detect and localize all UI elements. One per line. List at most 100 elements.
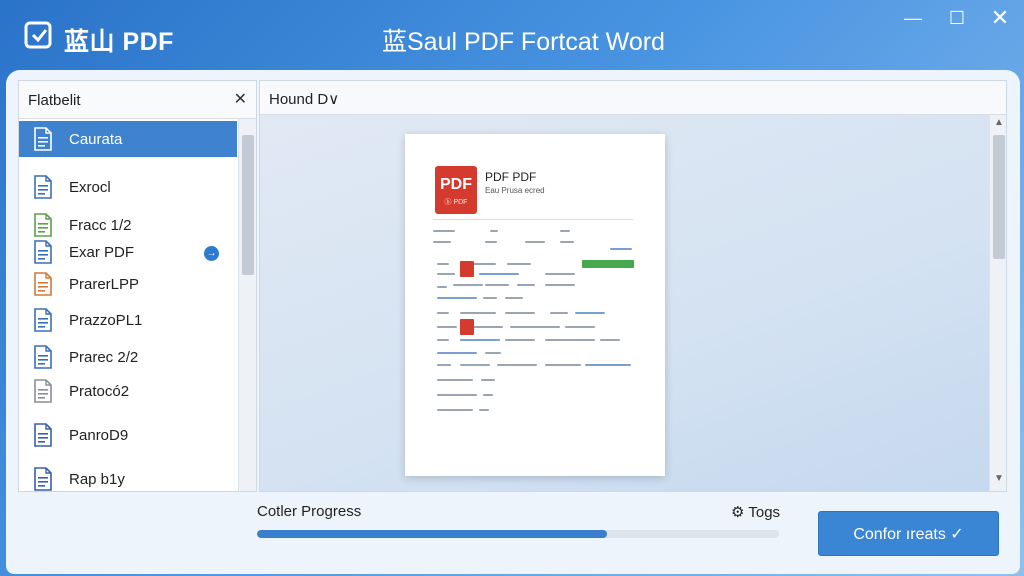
document-text-line [437, 297, 477, 299]
sidebar-item-label: Rap b1y [69, 471, 125, 488]
sidebar-item-label: Pratocó2 [69, 383, 130, 400]
close-window-button[interactable]: ✕ [988, 6, 1012, 30]
sidebar-close-icon[interactable]: ✕ [234, 89, 247, 109]
sidebar-item-label: Exrocl [69, 179, 111, 196]
document-text-line [437, 286, 447, 288]
title-bar: 蓝山 PDF 蓝Saul PDF Fortcat Word — ☐ ✕ [0, 0, 1024, 72]
document-text-line [565, 326, 595, 328]
sidebar-item-label: Prarec 2/2 [69, 349, 139, 366]
document-text-line [610, 248, 632, 250]
preview-pane: Hound D∨ ▲ ▼ PDF ⓑ PDF PDF PDF Eau Prusa… [259, 80, 1007, 492]
preview-scrollbar[interactable]: ▲ ▼ [989, 115, 1006, 491]
document-text-line [525, 241, 545, 243]
document-text-line [505, 339, 535, 341]
document-text-line [600, 339, 620, 341]
document-text-line [433, 230, 455, 232]
sidebar-title: Flatbelit [28, 92, 81, 109]
scroll-down-icon[interactable]: ▼ [994, 473, 1004, 484]
document-icon [34, 308, 52, 332]
sidebar-item[interactable]: Exrocl [19, 169, 237, 205]
document-text-line [575, 312, 605, 314]
sidebar-item[interactable]: Pratocó2 [19, 373, 237, 409]
sidebar-item[interactable]: Exar PDF → [19, 234, 237, 270]
document-icon [34, 345, 52, 369]
gear-icon: ⚙ [731, 504, 745, 521]
document-text-line [585, 364, 631, 366]
document-icon [34, 467, 52, 491]
document-text-line [479, 273, 519, 275]
document-text-line [483, 297, 497, 299]
document-text-line [437, 409, 473, 411]
window-title: 蓝Saul PDF Fortcat Word [382, 28, 665, 56]
preview-scroll-thumb[interactable] [993, 135, 1005, 259]
sidebar-item-label: Exar PDF [69, 244, 135, 261]
document-text-line [437, 263, 449, 265]
document-text-line [460, 364, 490, 366]
document-text-line [545, 364, 581, 366]
document-icon [34, 175, 52, 199]
document-page: PDF ⓑ PDF PDF PDF Eau Prusa ecred [405, 134, 665, 476]
document-text-line [437, 379, 473, 381]
document-divider [433, 219, 633, 220]
document-text-line [560, 241, 574, 243]
document-text-line [437, 273, 455, 275]
document-text-line [483, 394, 493, 396]
document-title: PDF PDF [485, 170, 537, 184]
document-text-line [437, 312, 449, 314]
toggles-link[interactable]: ⚙ Togs [731, 503, 780, 521]
sidebar-item[interactable]: PrarerLPP [19, 266, 237, 302]
document-icon [34, 423, 52, 447]
sidebar-item-label: Fracc 1/2 [69, 217, 132, 234]
document-text-line [479, 409, 489, 411]
document-text-line [497, 364, 537, 366]
document-text-line [485, 241, 497, 243]
document-text-line [437, 364, 451, 366]
minimize-button[interactable]: — [901, 6, 925, 30]
document-text-line [485, 352, 501, 354]
document-text-line [505, 312, 535, 314]
sidebar-item[interactable]: Prarec 2/2 [19, 339, 237, 375]
document-text-line [485, 284, 509, 286]
scroll-up-icon[interactable]: ▲ [994, 117, 1004, 128]
document-text-line [517, 284, 535, 286]
sidebar-item-label: PrazzoPL1 [69, 312, 143, 329]
document-text-line [505, 297, 523, 299]
sidebar-item[interactable]: Caurata [19, 121, 237, 157]
document-subtitle: Eau Prusa ecred [485, 186, 545, 195]
sidebar-item-label: PanroD9 [69, 427, 129, 444]
document-icon [34, 379, 52, 403]
pdf-logo-icon: PDF ⓑ PDF [435, 166, 477, 214]
sidebar-scrollbar[interactable] [238, 119, 256, 491]
document-text-line [460, 339, 500, 341]
document-text-line [437, 352, 477, 354]
sidebar-item[interactable]: PanroD9 [19, 417, 237, 453]
sync-badge-icon: → [204, 246, 219, 261]
document-text-line [453, 284, 483, 286]
sidebar-scroll-thumb[interactable] [242, 135, 254, 275]
document-icon [34, 240, 52, 264]
document-text-line [507, 263, 531, 265]
pdf-thumbnail-icon [460, 261, 474, 277]
progress-bar [257, 530, 779, 538]
document-text-line [545, 284, 575, 286]
document-icon [34, 127, 52, 151]
confirm-button[interactable]: Confor ıreats ✓ [818, 511, 999, 556]
app-name: 蓝山 PDF [64, 28, 174, 56]
sidebar-item[interactable]: PrazzoPL1 [19, 302, 237, 338]
document-text-line [433, 241, 451, 243]
toggles-label: Togs [748, 504, 781, 521]
document-text-line [437, 339, 449, 341]
view-dropdown[interactable]: Hound D∨ [269, 90, 339, 108]
document-text-line [545, 273, 575, 275]
document-icon [34, 272, 52, 296]
document-highlight [582, 260, 634, 268]
file-list: Caurata Exrocl Fracc 1/2 Exar PDF → PrarerLPP… [19, 119, 256, 491]
progress-fill [257, 530, 607, 538]
preview-header: Hound D∨ [260, 81, 1006, 115]
document-text-line [481, 379, 495, 381]
maximize-button[interactable]: ☐ [945, 6, 969, 30]
document-text-line [545, 339, 595, 341]
file-sidebar: Flatbelit ✕ Caurata Exrocl Fracc 1/2 Exar P… [18, 80, 257, 492]
sidebar-header: Flatbelit ✕ [19, 81, 256, 119]
sidebar-item[interactable]: Rap b1y [19, 461, 237, 491]
